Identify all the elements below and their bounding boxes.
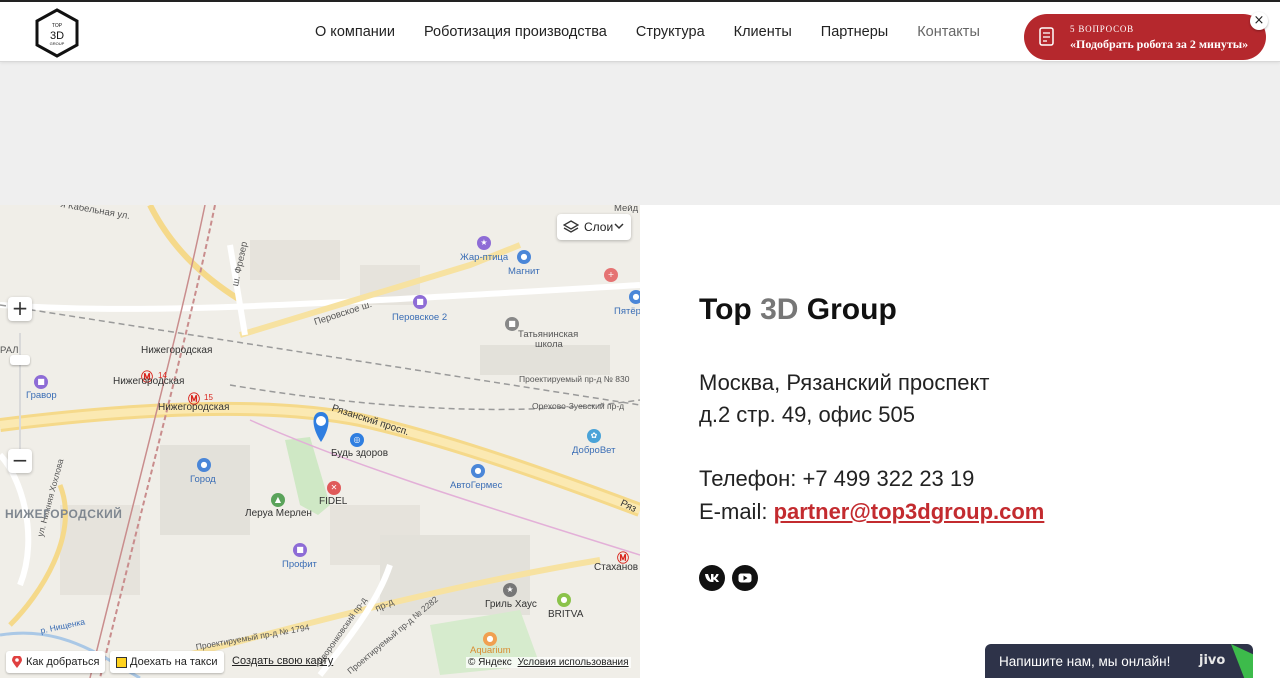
- map-poi-label: Пятёр: [614, 306, 640, 317]
- company-name-part: Top: [699, 293, 761, 326]
- create-map-link[interactable]: Создать свою карту: [232, 655, 333, 667]
- poi-icon[interactable]: ★: [477, 236, 491, 250]
- zoom-slider-handle[interactable]: [10, 355, 30, 365]
- nav-about[interactable]: О компании: [315, 24, 395, 40]
- pharmacy-icon[interactable]: ◎: [350, 433, 364, 447]
- nav-robotization[interactable]: Роботизация производства: [424, 24, 607, 40]
- quiz-close-button[interactable]: ×: [1250, 12, 1268, 30]
- chevron-down-icon: [614, 223, 624, 230]
- yandex-map[interactable]: ★ ● + ■ ● ■ ◎ ✿ ● ● ✕ ▲ ■ ★ ● ● ■ Ⓜ Ⓜ Ⓜ …: [0, 205, 640, 678]
- address-line-1: Москва, Рязанский проспект: [699, 370, 990, 395]
- taxi-label: Доехать на такси: [130, 656, 218, 668]
- map-poi-label: Леруа Мерлен: [245, 508, 312, 519]
- location-pin-icon: [12, 656, 22, 668]
- nav-partners[interactable]: Партнеры: [821, 24, 888, 40]
- hotel-icon[interactable]: ■: [34, 375, 48, 389]
- map-street-label: Проектируемый пр-д № 830: [519, 374, 630, 384]
- quiz-title: «Подобрать робота за 2 минуты»: [1070, 37, 1249, 51]
- map-poi-label: школа: [535, 339, 563, 350]
- youtube-icon[interactable]: [732, 565, 758, 591]
- quiz-button[interactable]: 5 ВОПРОСОВ «Подобрать робота за 2 минуты…: [1024, 14, 1266, 60]
- jivo-logo: jivo: [1199, 653, 1226, 668]
- poi-icon[interactable]: ●: [517, 250, 531, 264]
- company-name-part: Group: [798, 293, 897, 326]
- checklist-icon: [1039, 27, 1054, 46]
- restaurant-icon[interactable]: ●: [483, 632, 497, 646]
- phone[interactable]: Телефон: +7 499 322 23 19: [699, 466, 974, 492]
- zoom-in-button[interactable]: +: [8, 297, 32, 321]
- taxi-button[interactable]: Доехать на такси: [110, 651, 224, 673]
- svg-text:GROUP: GROUP: [50, 41, 65, 46]
- map-poi-label: Будь здоров: [331, 448, 389, 459]
- map-station-label: Нижегородская: [158, 402, 230, 413]
- nav-clients[interactable]: Клиенты: [734, 24, 792, 40]
- copyright-text: © Яндекс: [468, 657, 512, 668]
- map-station-label: Нижегородская: [113, 376, 185, 387]
- layers-label: Слои: [584, 220, 614, 234]
- address-line-2: д.2 стр. 49, офис 505: [699, 402, 915, 427]
- shop-icon[interactable]: ●: [197, 458, 211, 472]
- layers-button[interactable]: Слои: [557, 214, 631, 240]
- map-station-label: Стаханов: [594, 562, 639, 573]
- company-name: Top 3D Group: [699, 293, 897, 327]
- nav-contacts[interactable]: Контакты: [917, 24, 980, 40]
- map-station-label: Нижегородская: [141, 345, 213, 356]
- map-poi-label: АвтоГермес: [450, 480, 503, 491]
- yandex-copyright: © Яндекс Условия использования: [466, 657, 631, 668]
- vet-icon[interactable]: ✿: [587, 429, 601, 443]
- terms-link[interactable]: Условия использования: [518, 657, 629, 668]
- map-poi-label: Профит: [282, 559, 317, 570]
- email-row: E-mail: partner@top3dgroup.com: [699, 499, 1044, 525]
- map-poi-label: Город: [190, 474, 216, 485]
- taxi-icon: [116, 657, 127, 668]
- svg-text:TOP: TOP: [52, 23, 63, 29]
- map-district-label: НИЖЕГОРОДСКИЙ: [5, 507, 123, 521]
- company-name-accent: 3D: [760, 293, 799, 326]
- metro-line-label: 15: [204, 393, 213, 402]
- route-label: Как добраться: [26, 656, 100, 668]
- map-poi-label: BRITVA: [548, 609, 584, 620]
- school-icon[interactable]: ■: [505, 317, 519, 331]
- chat-widget[interactable]: Напишите нам, мы онлайн! jivo: [985, 644, 1253, 678]
- vk-icon[interactable]: [699, 565, 725, 591]
- zoom-slider-track[interactable]: [19, 333, 21, 453]
- top3d-logo[interactable]: TOP 3D GROUP: [32, 7, 82, 59]
- map-label: Мейд: [614, 205, 639, 214]
- map-poi-label: Перовское 2: [392, 312, 448, 323]
- restaurant-icon[interactable]: ★: [503, 583, 517, 597]
- email-label: E-mail:: [699, 499, 774, 524]
- hardware-store-icon[interactable]: ▲: [271, 493, 285, 507]
- map-street-label: Орехово-Зуевский пр-д: [532, 401, 625, 411]
- shop-icon[interactable]: ✕: [327, 481, 341, 495]
- route-button[interactable]: Как добраться: [6, 651, 106, 673]
- contact-info-panel: Top 3D Group Москва, Рязанский проспект …: [640, 205, 1280, 678]
- map-poi-label: ДоброВет: [572, 445, 616, 456]
- chat-status-indicator: [1231, 644, 1253, 678]
- nav-structure[interactable]: Структура: [636, 24, 705, 40]
- map-poi-label: Гриль Хаус: [485, 599, 537, 610]
- poi-icon[interactable]: ■: [413, 295, 427, 309]
- map-poi-label: Гравор: [26, 390, 57, 401]
- layers-icon: [563, 220, 579, 233]
- poi-icon[interactable]: ●: [629, 290, 640, 304]
- barber-icon[interactable]: ●: [557, 593, 571, 607]
- map-canvas: [0, 205, 640, 678]
- map-poi-label: Магнит: [508, 266, 540, 277]
- main-nav: О компании Роботизация производства Стру…: [315, 24, 1009, 40]
- quiz-subtitle: 5 ВОПРОСОВ: [1070, 24, 1134, 34]
- car-icon[interactable]: ●: [471, 464, 485, 478]
- email-link[interactable]: partner@top3dgroup.com: [774, 499, 1045, 524]
- map-poi-label: Aquarium: [470, 645, 511, 656]
- medical-icon[interactable]: +: [604, 268, 618, 282]
- chat-text: Напишите нам, мы онлайн!: [999, 654, 1171, 669]
- map-poi-label: Жар-птица: [460, 252, 509, 263]
- zoom-out-button[interactable]: −: [8, 449, 32, 473]
- business-icon[interactable]: ■: [293, 543, 307, 557]
- map-poi-label: FIDEL: [319, 496, 348, 507]
